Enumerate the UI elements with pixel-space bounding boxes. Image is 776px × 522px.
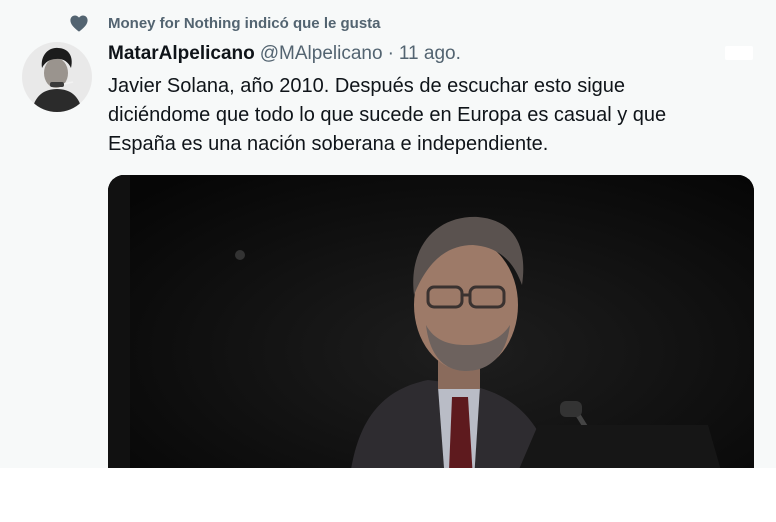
avatar[interactable]: [22, 42, 92, 112]
social-context: Money for Nothing indicó que le gusta: [68, 12, 381, 34]
header-separator: ·: [387, 43, 394, 64]
more-options-icon[interactable]: [725, 46, 753, 60]
heart-icon: [68, 12, 90, 34]
tweet-text-line: Javier Solana, año 2010. Después de escu…: [108, 75, 626, 97]
tweet-header: MatarAlpelicano @MAlpelicano · 11 ago.: [108, 42, 461, 66]
author-handle[interactable]: @MAlpelicano: [260, 43, 383, 65]
video-frame: [108, 175, 754, 468]
tweet-text: Javier Solana, año 2010. Después de escu…: [108, 72, 748, 159]
tweet-text-line: España es una nación soberana e independ…: [108, 133, 549, 155]
social-context-text[interactable]: Money for Nothing indicó que le gusta: [108, 15, 381, 32]
tweet-text-line: diciéndome que todo lo que sucede en Eur…: [108, 104, 667, 126]
author-name[interactable]: MatarAlpelicano: [108, 43, 255, 65]
tweet-card[interactable]: Money for Nothing indicó que le gusta Ma…: [0, 0, 776, 468]
tweet-timestamp[interactable]: 11 ago.: [399, 43, 461, 65]
video-player[interactable]: [108, 175, 754, 468]
